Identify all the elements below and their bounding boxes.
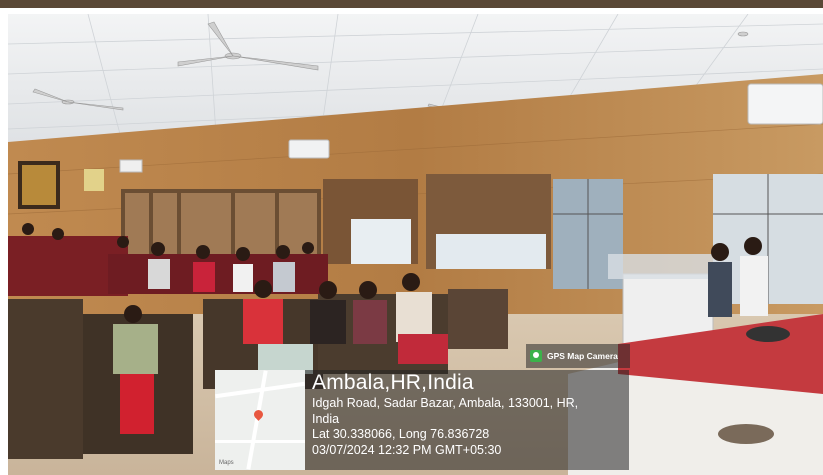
address-line-2: India xyxy=(312,411,340,426)
gps-map-camera-icon xyxy=(530,350,542,362)
coordinates-line: Lat 30.338066, Long 76.836728 xyxy=(312,427,490,441)
gps-map-camera-badge: GPS Map Camera xyxy=(526,344,630,368)
datetime-line: 03/07/2024 12:32 PM GMT+05:30 xyxy=(312,442,502,457)
address-line-1: Idgah Road, Sadar Bazar, Ambala, 133001,… xyxy=(312,396,579,410)
map-thumbnail: Maps xyxy=(215,370,305,470)
map-attribution: Maps xyxy=(219,460,234,466)
location-info-text: Ambala,HR,India Idgah Road, Sadar Bazar,… xyxy=(312,370,578,458)
location-title: Ambala,HR,India xyxy=(312,371,474,394)
app-name-label: GPS Map Camera xyxy=(547,351,618,361)
